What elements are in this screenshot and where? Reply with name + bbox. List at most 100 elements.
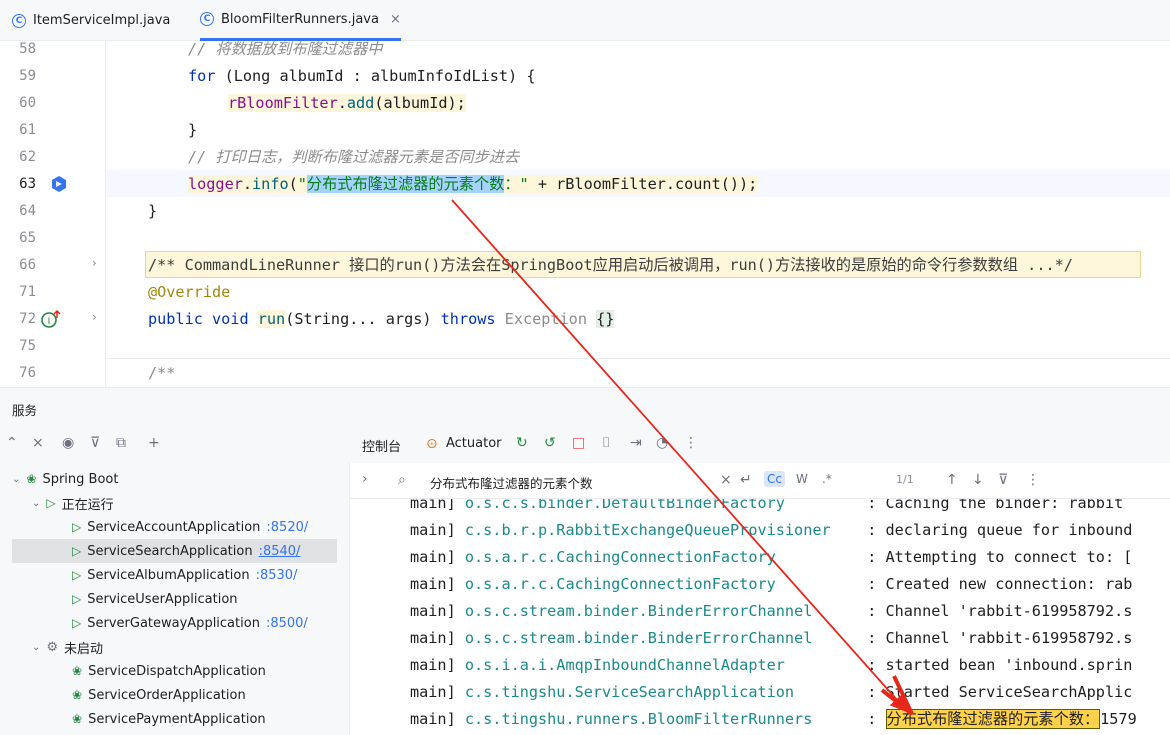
line-number: 60 bbox=[19, 95, 36, 111]
code-line-62: // 打印日志，判断布隆过滤器元素是否同步进去 bbox=[188, 148, 520, 166]
run-icon: ▷ bbox=[72, 616, 82, 630]
log-line: main] o.s.i.a.i.AmqpInboundChannelAdapte… bbox=[410, 656, 1133, 674]
tab-itemserviceimpl[interactable]: C ItemServiceImpl.java bbox=[12, 0, 170, 41]
svg-text:I: I bbox=[48, 317, 51, 327]
log-line: main] o.s.a.r.c.CachingConnectionFactory… bbox=[410, 548, 1133, 566]
services-tree: ⌄ ❀ Spring Boot ⌄ ▷ 正在运行 ▷ ServiceAccoun… bbox=[0, 463, 350, 735]
log-line-highlighted: main] c.s.tingshu.runners.BloomFilterRun… bbox=[410, 709, 1137, 729]
tree-node-not-started[interactable]: ⌄ ⚙ 未启动 bbox=[32, 635, 103, 659]
services-panel-header: 服务 bbox=[0, 387, 1170, 425]
line-number: 65 bbox=[19, 230, 36, 246]
line-number: 66 bbox=[19, 257, 36, 273]
tree-node-service-selected[interactable]: ▷ ServiceSearchApplication:8540/ bbox=[12, 539, 337, 563]
run-icon: ▷ bbox=[46, 496, 56, 510]
stop-icon[interactable]: □ bbox=[572, 435, 585, 451]
whole-word-toggle[interactable]: W bbox=[796, 472, 808, 486]
debug-rerun-icon[interactable]: ↺ bbox=[544, 435, 556, 451]
tree-node-running[interactable]: ⌄ ▷ 正在运行 bbox=[32, 491, 114, 515]
line-number: 59 bbox=[19, 68, 36, 84]
more-icon[interactable]: ⋮ bbox=[1026, 472, 1040, 488]
line-number: 61 bbox=[19, 122, 36, 138]
tree-node-service[interactable]: ❀ ServiceDispatchApplication bbox=[72, 659, 266, 683]
code-line-66: /** CommandLineRunner 接口的run()方法会在Spring… bbox=[148, 256, 1073, 274]
close-icon[interactable]: × bbox=[390, 12, 401, 27]
arrow-down-icon[interactable]: ↓ bbox=[972, 472, 984, 488]
log-line: main] c.s.b.r.p.RabbitExchangeQueueProvi… bbox=[410, 521, 1133, 539]
newline-icon[interactable]: ↵ bbox=[740, 472, 752, 488]
log-line: main] o.s.c.stream.binder.BinderErrorCha… bbox=[410, 602, 1133, 620]
tab-actuator[interactable]: Actuator bbox=[446, 436, 502, 451]
gutter: 58 59 60 61 62 63 64 65 66 71 72 75 76 I… bbox=[0, 41, 106, 387]
ai-assistant-icon[interactable] bbox=[50, 175, 68, 193]
tree-node-service[interactable]: ▷ ServiceAlbumApplication:8530/ bbox=[72, 563, 297, 587]
console-tabs: 控制台 ⊙ Actuator ↻ ↺ □ ⌷ ⇥ ◔ ⋮ bbox=[350, 425, 1170, 465]
tree-node-service[interactable]: ▷ ServerGatewayApplication:8500/ bbox=[72, 611, 308, 635]
run-icon: ▷ bbox=[72, 592, 82, 606]
add-service-icon[interactable]: + bbox=[148, 435, 160, 451]
line-number: 58 bbox=[19, 41, 36, 57]
code-line-63: logger.info("分布式布隆过滤器的元素个数：" + rBloomFil… bbox=[188, 175, 758, 193]
line-number: 64 bbox=[19, 203, 36, 219]
class-icon: C bbox=[12, 13, 26, 28]
chevron-down-icon[interactable]: ⌄ bbox=[12, 474, 20, 485]
search-input[interactable]: 分布式布隆过滤器的元素个数 bbox=[430, 473, 593, 492]
tree-node-service[interactable]: ▷ ServiceUserApplication bbox=[72, 587, 238, 611]
arrow-up-icon[interactable]: ↑ bbox=[946, 472, 958, 488]
tab-console[interactable]: 控制台 bbox=[362, 436, 402, 465]
search-match: 分布式布隆过滤器的元素个数： bbox=[885, 709, 1101, 729]
new-tab-icon[interactable]: ⧉ bbox=[116, 435, 126, 451]
separator bbox=[106, 358, 1170, 359]
match-case-toggle[interactable]: Cc bbox=[764, 471, 785, 487]
line-number: 71 bbox=[19, 284, 36, 300]
filter-icon[interactable]: ⊽ bbox=[998, 472, 1008, 488]
actuator-icon: ⊙ bbox=[426, 436, 438, 452]
code-editor[interactable]: 58 59 60 61 62 63 64 65 66 71 72 75 76 I… bbox=[0, 41, 1170, 387]
tab-label: BloomFilterRunners.java bbox=[221, 11, 379, 27]
chevron-down-icon[interactable]: ⌄ bbox=[32, 498, 40, 509]
implements-icon[interactable]: I bbox=[40, 309, 62, 329]
code-line-61: } bbox=[188, 121, 198, 139]
log-line: main] c.s.tingshu.ServiceSearchApplicati… bbox=[410, 683, 1133, 701]
filter-icon[interactable]: ⊽ bbox=[90, 435, 100, 451]
run-icon: ▷ bbox=[72, 568, 82, 582]
log-line: main] o.s.c.s.binder.DefaultBinderFactor… bbox=[410, 499, 1124, 512]
line-number: 76 bbox=[19, 365, 36, 381]
run-icon: ▷ bbox=[72, 520, 82, 534]
expand-all-icon[interactable]: ⌃ bbox=[6, 435, 18, 451]
chevron-right-icon[interactable]: › bbox=[362, 471, 368, 487]
clear-icon[interactable]: × bbox=[720, 472, 732, 488]
view-icon[interactable]: ◉ bbox=[62, 435, 74, 451]
code-line-58: // 将数据放到布隆过滤器中 bbox=[188, 41, 383, 58]
camera-icon[interactable]: ⌷ bbox=[602, 435, 610, 451]
gear-icon: ⚙ bbox=[46, 639, 59, 655]
tab-label: ItemServiceImpl.java bbox=[33, 13, 171, 28]
code-line-60: rBloomFilter.add(albumId); bbox=[228, 94, 466, 112]
tree-node-service[interactable]: ▷ ServiceAccountApplication:8520/ bbox=[72, 515, 308, 539]
line-number: 63 bbox=[19, 176, 36, 192]
panel-title: 服务 bbox=[12, 403, 38, 418]
spring-boot-icon: ❀ bbox=[72, 688, 83, 702]
more-icon[interactable]: ⋮ bbox=[684, 435, 698, 451]
collapse-all-icon[interactable]: ⨯ bbox=[32, 435, 44, 451]
tab-bloomfilterrunners[interactable]: C BloomFilterRunners.java × bbox=[200, 0, 401, 41]
tree-node-service[interactable]: ❀ ServiceOrderApplication bbox=[72, 683, 246, 707]
rerun-icon[interactable]: ↻ bbox=[516, 435, 528, 451]
chevron-down-icon[interactable]: ⌄ bbox=[32, 642, 40, 653]
tree-node-spring-boot[interactable]: ⌄ ❀ Spring Boot bbox=[12, 467, 118, 491]
spring-boot-icon: ❀ bbox=[72, 712, 83, 726]
log-line: main] o.s.c.stream.binder.BinderErrorCha… bbox=[410, 629, 1133, 647]
spring-boot-icon: ❀ bbox=[26, 472, 37, 486]
gauge-icon[interactable]: ◔ bbox=[656, 435, 668, 451]
spring-boot-icon: ❀ bbox=[72, 664, 83, 678]
exit-icon[interactable]: ⇥ bbox=[630, 435, 642, 451]
regex-toggle[interactable]: .* bbox=[822, 472, 832, 486]
fold-chevron-icon[interactable]: › bbox=[92, 256, 97, 270]
code-line-64: } bbox=[148, 202, 158, 220]
tree-node-service[interactable]: ❀ ServicePaymentApplication bbox=[72, 707, 266, 731]
fold-chevron-icon[interactable]: › bbox=[92, 310, 97, 324]
console-output[interactable]: main] o.s.c.s.binder.DefaultBinderFactor… bbox=[350, 499, 1170, 735]
console-search-bar: › ⌕ 分布式布隆过滤器的元素个数 × ↵ Cc W .* 1/1 ↑ ↓ ⊽ … bbox=[350, 463, 1170, 499]
search-icon: ⌕ bbox=[398, 472, 406, 488]
line-number: 62 bbox=[19, 149, 36, 165]
editor-tab-bar: C ItemServiceImpl.java C BloomFilterRunn… bbox=[0, 0, 1170, 41]
